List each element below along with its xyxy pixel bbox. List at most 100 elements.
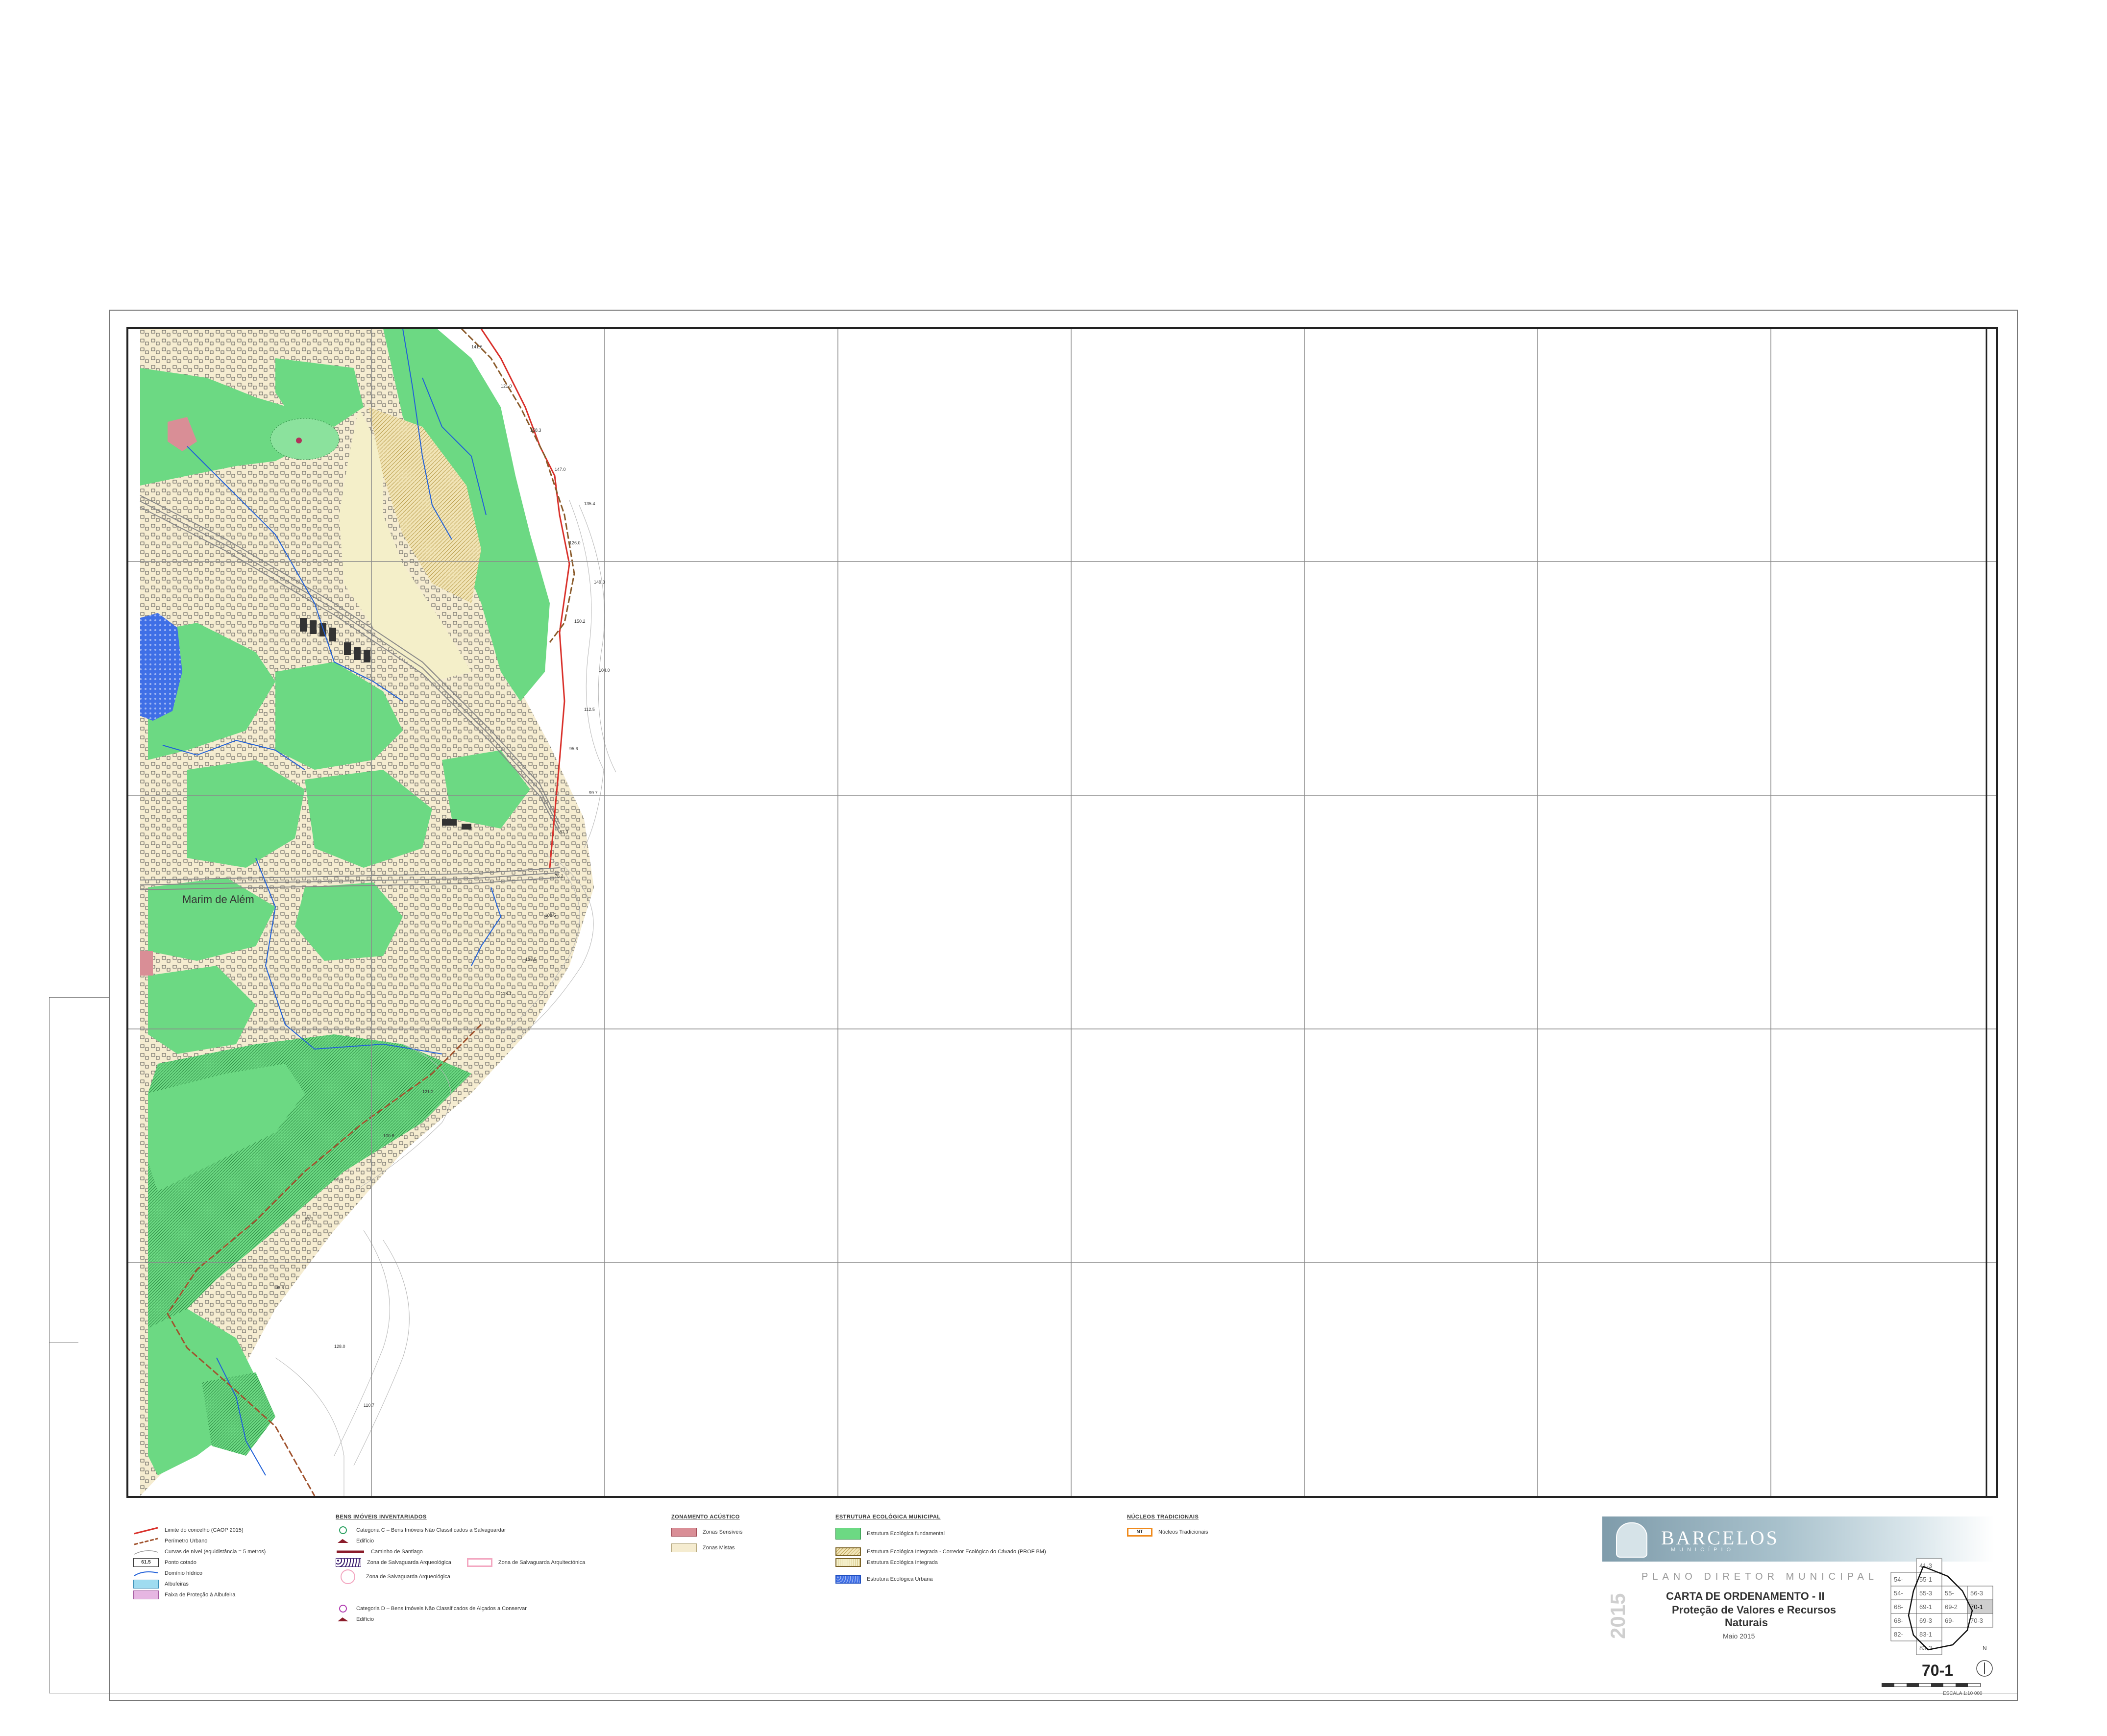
legend-item-corridor: Estrutura Ecológica Integrada - Corredor… xyxy=(835,1546,1139,1557)
legend-label: Albufeiras xyxy=(165,1581,189,1587)
legend-label: Caminho de Santiago xyxy=(371,1549,423,1555)
index-cell-label: 55- xyxy=(1945,1589,1954,1597)
map-title-line3: Naturais xyxy=(1725,1616,1768,1629)
index-cell-label: 54- xyxy=(1894,1589,1903,1597)
spot-height-label: 147.0 xyxy=(555,467,566,472)
archaeological-zone xyxy=(270,418,340,460)
index-cell-label: 70-3 xyxy=(1970,1617,1983,1624)
sheet-index: 41-3 54- 55-1 54- 55-3 55- 56-3 68- 69-1 69-2 70-1… xyxy=(1889,1557,1997,1662)
index-cell-label: 41-3 xyxy=(1919,1562,1932,1569)
legend-item-reservoir: Albufeiras xyxy=(133,1579,319,1589)
margin-mark xyxy=(49,997,109,998)
building-icon xyxy=(338,1539,348,1543)
buffer-swatch xyxy=(133,1590,159,1599)
legend-label: Categoria C – Bens Imóveis Não Classific… xyxy=(356,1527,506,1533)
urban-eco-swatch xyxy=(835,1575,861,1584)
spot-height-icon: 61.5 xyxy=(133,1558,159,1567)
spot-height-label: 104.0 xyxy=(599,668,610,673)
legend-item-contours: Curvas de nível (equidistância = 5 metro… xyxy=(133,1546,319,1557)
legend-title: BENS IMÓVEIS INVENTARIADOS xyxy=(336,1514,427,1520)
index-cell-label: 68- xyxy=(1894,1617,1903,1624)
spot-height-label: 133.5 xyxy=(525,957,537,962)
legend-label: Zonas Mistas xyxy=(703,1545,735,1551)
integrated-swatch xyxy=(835,1558,861,1567)
index-cell-label: 68- xyxy=(1894,1603,1903,1611)
plan-title: PLANO DIRETOR MUNICIPAL xyxy=(1642,1571,1878,1582)
contour-line-icon xyxy=(134,1550,158,1555)
dashed-line-icon xyxy=(134,1538,158,1545)
legend-item-reservoir-buffer: Faixa de Proteção à Albufeira xyxy=(133,1589,319,1600)
legend-item-category-d: Categoria D – Bens Imóveis Não Classific… xyxy=(336,1603,610,1614)
mixed-swatch xyxy=(671,1543,697,1552)
legend-label: Curvas de nível (equidistância = 5 metro… xyxy=(165,1549,266,1555)
spot-height-label: 135.4 xyxy=(584,501,595,506)
nt-swatch: NT xyxy=(1127,1528,1152,1537)
brand-sub: MUNICÍPIO xyxy=(1671,1547,1735,1553)
map-title-line2: Proteção de Valores e Recursos xyxy=(1672,1604,1837,1616)
legend-item-fundamental: Estrutura Ecológica fundamental xyxy=(835,1527,1139,1540)
legend-label: Estrutura Ecológica Integrada - Corredor… xyxy=(867,1549,1046,1555)
spot-height-label: 100.8 xyxy=(383,1133,394,1138)
index-cell-label: 56-3 xyxy=(1970,1589,1983,1597)
spot-height-label: 99.7 xyxy=(589,790,598,795)
legend-item-santiago: Caminho de Santiago xyxy=(336,1546,610,1557)
legend-item-building-c: Edifício xyxy=(336,1536,610,1546)
index-cell-label: 55-1 xyxy=(1919,1576,1932,1583)
index-cell-label: 83-1 xyxy=(1919,1631,1932,1638)
legend-col-acoustic: ZONAMENTO ACÚSTICO Zonas Sensíveis Zonas… xyxy=(671,1514,808,1553)
legend-item-boundary: Limite do concelho (CAOP 2015) xyxy=(133,1525,319,1536)
index-cell-label: 69-3 xyxy=(1919,1617,1932,1624)
spot-height-label: 83.3 xyxy=(305,1217,314,1222)
archaeo-swatch xyxy=(336,1558,361,1567)
legend-col-ecological: ESTRUTURA ECOLÓGICA MUNICIPAL Estrutura … xyxy=(835,1514,1139,1585)
sensitive-zone xyxy=(140,951,153,976)
index-cell-label: 69-1 xyxy=(1919,1603,1932,1611)
legend-item-category-c: Categoria C – Bens Imóveis Não Classific… xyxy=(336,1525,610,1536)
map-date: Maio 2015 xyxy=(1723,1632,1755,1640)
scale-label: ESCALA 1:10 000 xyxy=(1943,1691,1983,1696)
place-label: Marim de Além xyxy=(182,893,254,905)
legend-label: Categoria D – Bens Imóveis Não Classific… xyxy=(356,1606,527,1612)
legend-item-water-domain: Domínio hídrico xyxy=(133,1568,319,1579)
spot-height-label: 121.2 xyxy=(422,1089,434,1094)
legend-label: Zona de Salvaguarda Arquitectónica xyxy=(498,1560,586,1565)
legend-col-nuclei: NÚCLEOS TRADICIONAIS NT Núcleos Tradicio… xyxy=(1127,1514,1264,1538)
circle-icon xyxy=(339,1526,347,1534)
legend-label: Edifício xyxy=(356,1538,374,1544)
legend-label: Perímetro Urbano xyxy=(165,1538,208,1544)
index-cell-label: 69- xyxy=(1945,1617,1954,1624)
title-block: BARCELOS MUNICÍPIO PLANO DIRETOR MUNICIP… xyxy=(1602,1516,2009,1698)
legend-item-integrated: Estrutura Ecológica Integrada xyxy=(835,1557,1139,1568)
index-cell-label: 82- xyxy=(1894,1631,1903,1638)
legend-item-urban-eco: Estrutura Ecológica Urbana xyxy=(835,1574,1139,1585)
spot-height-label: 128.0 xyxy=(334,1344,345,1349)
index-cell-label: 55-3 xyxy=(1919,1589,1932,1597)
legend-col-heritage: BENS IMÓVEIS INVENTARIADOS Categoria C –… xyxy=(336,1514,610,1625)
legend-title: ESTRUTURA ECOLÓGICA MUNICIPAL xyxy=(835,1514,941,1520)
map-canvas[interactable]: 141.6 121.0 158.3 147.0 135.4 126.0 149.3 150.2… xyxy=(128,329,1996,1496)
spot-height-label: 96.6 xyxy=(275,1285,284,1290)
legend-label: Estrutura Ecológica Urbana xyxy=(867,1576,933,1582)
legend-item-mixed: Zonas Mistas xyxy=(671,1542,808,1553)
blue-line-icon xyxy=(134,1571,158,1576)
map-title-line1: CARTA DE ORDENAMENTO - II xyxy=(1666,1590,1825,1602)
legend-item-spot-height: 61.5 Ponto cotado xyxy=(133,1557,319,1568)
ecological-structure-area xyxy=(202,1372,275,1456)
spot-height-label: 87.3 xyxy=(560,830,568,834)
map-frame[interactable]: 141.6 121.0 158.3 147.0 135.4 126.0 149.3 150.2… xyxy=(126,327,1998,1498)
legend-label: Faixa de Proteção à Albufeira xyxy=(165,1592,236,1598)
sheet-number: 70-1 xyxy=(1922,1662,1954,1679)
spot-height-label: 126.0 xyxy=(569,540,581,545)
year: 2015 xyxy=(1606,1593,1629,1639)
north-arrow-icon xyxy=(1976,1660,1993,1677)
reservoir-swatch xyxy=(133,1580,159,1589)
spot-height-label: 150.2 xyxy=(574,619,586,624)
spot-height-label: 149.3 xyxy=(594,580,605,585)
scale-bar xyxy=(1882,1683,1981,1687)
municipality-banner: BARCELOS MUNICÍPIO xyxy=(1602,1516,1994,1562)
spot-height-label: 91.3 xyxy=(334,1177,343,1182)
legend-item-perimeter: Perímetro Urbano xyxy=(133,1536,319,1546)
legend-label: Zona de Salvaguarda Arqueológica xyxy=(367,1560,451,1565)
spot-height-label: 158.3 xyxy=(530,428,541,433)
circle-icon xyxy=(339,1605,347,1613)
